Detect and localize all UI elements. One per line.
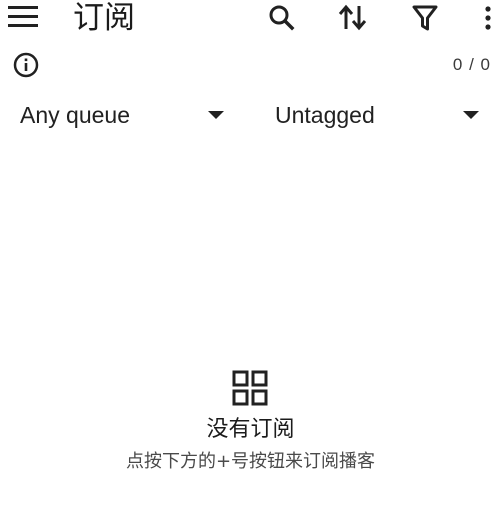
subscription-counter: 0 / 0 — [452, 55, 491, 74]
more-vert-icon — [485, 6, 491, 30]
menu-button[interactable] — [0, 0, 44, 36]
more-options-button[interactable] — [472, 0, 501, 36]
info-icon — [13, 52, 39, 78]
dropdown-caret-icon — [208, 111, 224, 119]
queue-filter-dropdown[interactable]: Any queue — [20, 96, 230, 134]
queue-filter-value: Any queue — [20, 102, 130, 128]
tag-filter-dropdown[interactable]: Untagged — [275, 96, 485, 134]
sort-button[interactable] — [333, 0, 373, 36]
page-title: 订阅 — [73, 0, 135, 36]
filter-icon — [412, 5, 438, 31]
empty-state-hint: 点按下方的+号按钮来订阅播客 — [125, 451, 376, 472]
grid-icon — [232, 370, 268, 406]
search-button[interactable] — [261, 0, 301, 36]
sort-icon — [338, 4, 367, 31]
info-button[interactable] — [8, 49, 44, 81]
search-icon — [269, 5, 295, 31]
tag-filter-value: Untagged — [275, 102, 375, 128]
empty-state-title: 没有订阅 — [206, 417, 295, 442]
dropdown-caret-icon — [463, 111, 479, 119]
hamburger-menu-icon — [8, 6, 38, 27]
filter-button[interactable] — [405, 0, 445, 36]
